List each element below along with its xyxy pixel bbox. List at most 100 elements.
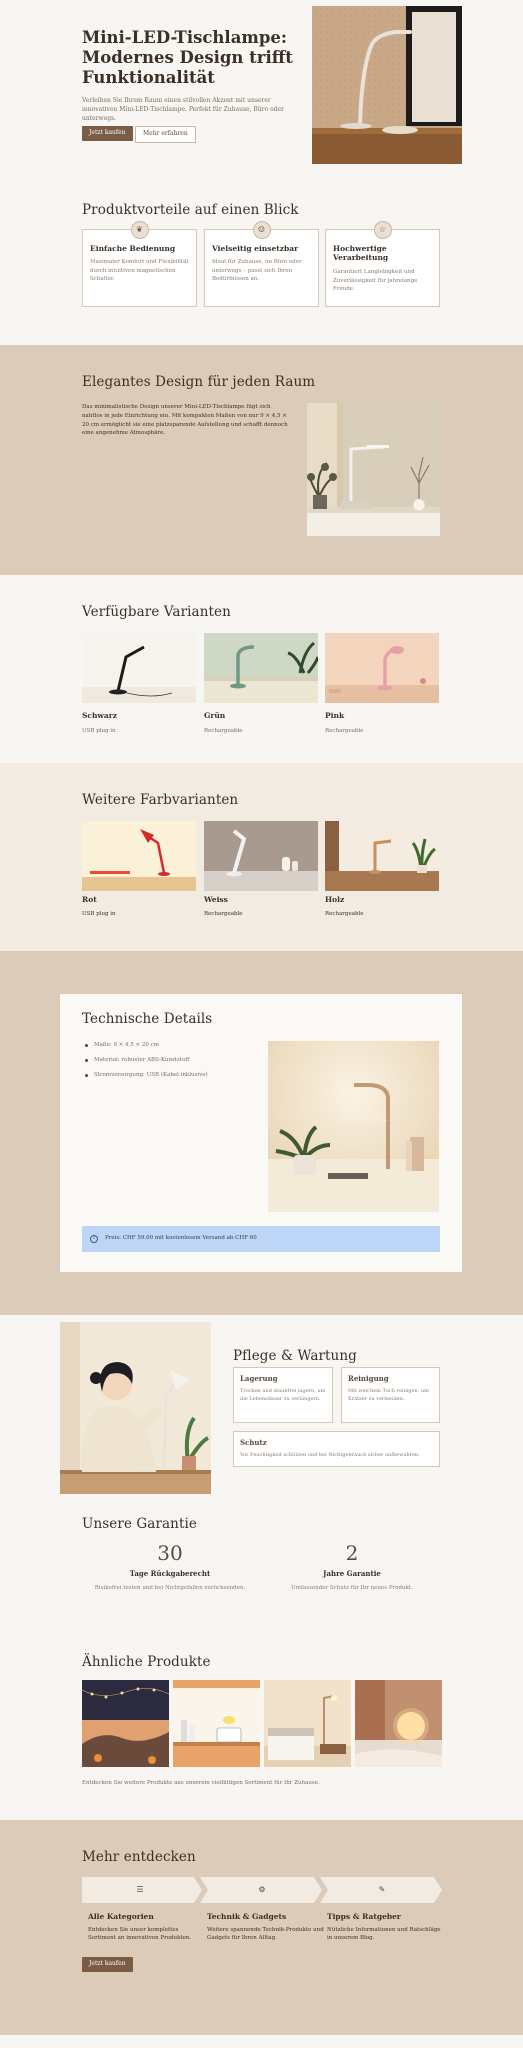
care-box-text: Vor Feuchtigkeit schützen und bei Nichtg…: [240, 1452, 420, 1458]
price-note-text: Preis: CHF 59.00 mit kostenlosem Versand…: [105, 1235, 257, 1242]
variant-card[interactable]: Rot USB plug in: [82, 821, 196, 919]
variant-power: USB plug in: [82, 727, 116, 734]
feature-title: Einfache Bedienung: [90, 244, 176, 253]
similar-title: Ähnliche Produkte: [82, 1654, 211, 1670]
guarantee-section: Unsere Garantie 30 Tage Rückgaberecht Ri…: [0, 1507, 523, 1645]
variant-card[interactable]: Weiss Rechargeable: [204, 821, 318, 919]
guarantee-title: Unsere Garantie: [82, 1516, 197, 1532]
care-box-text: Trocken und staubfrei lagern, um die Leb…: [240, 1388, 326, 1402]
variant-name: Pink: [325, 711, 345, 720]
variant-image: [82, 821, 196, 891]
spec-list: Maße: 9 × 4,5 × 20 cm Material: robuster…: [84, 1042, 208, 1087]
guarantee-label: Jahre Garantie: [323, 1569, 381, 1578]
similar-section: Ähnliche Produkte Entdecken Sie weitere …: [0, 1645, 523, 1820]
variant-power: Rechargeable: [325, 727, 364, 734]
care-protection-box: Schutz Vor Feuchtigkeit schützen und bei…: [233, 1431, 440, 1467]
similar-product-image[interactable]: [355, 1680, 442, 1767]
discover-more-title: Mehr entdecken: [82, 1849, 196, 1865]
buy-button[interactable]: Jetzt kaufen: [82, 126, 133, 141]
spec-item: Maße: 9 × 4,5 × 20 cm: [84, 1042, 208, 1050]
category-title: Technik & Gadgets: [207, 1912, 287, 1921]
similar-product-image[interactable]: [82, 1680, 169, 1767]
similar-product-image[interactable]: [264, 1680, 351, 1767]
category-text: Entdecken Sie unser komplettes Sortiment…: [88, 1926, 192, 1942]
care-storage-box: Lagerung Trocken und staubfrei lagern, u…: [233, 1367, 333, 1423]
variant-image: [82, 633, 196, 703]
design-title: Elegantes Design für jeden Raum: [82, 374, 316, 390]
category-title: Tipps & Ratgeber: [327, 1912, 401, 1921]
category-item[interactable]: Alle Kategorien Entdecken Sie unser komp…: [88, 1912, 206, 1943]
page-title: Mini-LED-Tischlampe: Modernes Design tri…: [82, 28, 293, 88]
variant-power: USB plug in: [82, 910, 116, 917]
category-title: Alle Kategorien: [88, 1912, 154, 1921]
variant-image: [204, 821, 318, 891]
spec-item: Stromversorgung: USB (Kabel inklusive): [84, 1072, 208, 1080]
variant-card[interactable]: Pink Rechargeable: [325, 633, 439, 736]
variant-name: Rot: [82, 895, 97, 904]
variant-name: Schwarz: [82, 711, 117, 720]
price-note: i Preis: CHF 59.00 mit kostenlosem Versa…: [82, 1226, 440, 1252]
tech-title: Technische Details: [82, 1011, 213, 1027]
gear-icon[interactable]: ⚙: [204, 1877, 320, 1903]
features-title: Produktvorteile auf einen Blick: [82, 202, 299, 218]
hero-section: Mini-LED-Tischlampe: Modernes Design tri…: [0, 0, 523, 185]
guarantee-text: Risikofrei testen und bei Nichtgefallen …: [94, 1585, 246, 1592]
info-icon: i: [90, 1235, 98, 1243]
similar-product-image[interactable]: [173, 1680, 260, 1767]
tech-lamp-image: [268, 1041, 439, 1212]
care-title: Pflege & Wartung: [233, 1348, 357, 1364]
feature-title: Hochwertige Verarbeitung: [333, 244, 389, 262]
feature-text: Garantiert Langlebigkeit und Zuverlässig…: [333, 269, 418, 293]
care-box-title: Schutz: [240, 1438, 267, 1447]
feature-title: Vielseitig einsetzbar: [212, 244, 299, 253]
woman-with-lamp-image: [60, 1322, 211, 1494]
variant-name: Grün: [204, 711, 226, 720]
features-section: Produktvorteile auf einen Blick ❦ Einfac…: [0, 185, 523, 345]
leaf-icon: ❦: [130, 221, 149, 239]
guarantee-item: 2 Jahre Garantie Umfassender Schutz für …: [262, 1541, 442, 1593]
feature-text: Maximaler Komfort und Flexibilität durch…: [90, 259, 189, 283]
variant-card[interactable]: Holz Rechargeable: [325, 821, 439, 919]
design-section: Elegantes Design für jeden Raum Das mini…: [0, 345, 523, 575]
care-box-title: Lagerung: [240, 1374, 278, 1383]
category-text: Nützliche Informationen und Ratschläge i…: [327, 1926, 441, 1942]
variants-title: Verfügbare Varianten: [82, 604, 231, 620]
bulb-icon[interactable]: ✎: [324, 1877, 440, 1903]
feature-card: ❦ Einfache Bedienung Maximaler Komfort u…: [82, 221, 197, 307]
design-lamp-image: [307, 403, 440, 536]
category-item[interactable]: Technik & Gadgets Weitere spannende Tech…: [207, 1912, 325, 1943]
care-box-title: Reinigung: [348, 1374, 389, 1383]
variant-name: Holz: [325, 895, 345, 904]
variant-card[interactable]: Grün Rechargeable: [204, 633, 318, 736]
care-cleaning-box: Reinigung Mit weichem Tuch reinigen, um …: [341, 1367, 440, 1423]
variant-image: [325, 821, 439, 891]
variant-power: Rechargeable: [325, 910, 364, 917]
learn-more-button[interactable]: Mehr erfahren: [135, 126, 196, 143]
design-text: Das minimalistische Design unserer Mini-…: [82, 404, 288, 437]
guarantee-label: Tage Rückgaberecht: [129, 1569, 211, 1578]
user-icon: ☺: [252, 221, 271, 239]
layers-icon[interactable]: ☰: [82, 1877, 198, 1903]
care-section: Pflege & Wartung Lagerung Trocken und st…: [0, 1315, 523, 1507]
variant-card[interactable]: Schwarz USB plug in: [82, 633, 196, 736]
spec-item: Material: robuster ABS-Kunststoff: [84, 1057, 208, 1065]
category-item[interactable]: Tipps & Ratgeber Nützliche Informationen…: [327, 1912, 445, 1943]
feature-card: ☆ Hochwertige Verarbeitung Garantiert La…: [325, 221, 440, 307]
variant-name: Weiss: [204, 895, 228, 904]
guarantee-item: 30 Tage Rückgaberecht Risikofrei testen …: [80, 1541, 260, 1593]
similar-footer-text: Entdecken Sie weitere Produkte aus unser…: [82, 1780, 320, 1786]
tech-card: Technische Details Maße: 9 × 4,5 × 20 cm…: [60, 994, 462, 1272]
care-box-text: Mit weichem Tuch reinigen, um Kratzer zu…: [348, 1388, 429, 1402]
discover-more-section: Mehr entdecken ☰ ⚙ ✎ Alle Kategorien Ent…: [0, 1820, 523, 2035]
more-variants-title: Weitere Farbvarianten: [82, 792, 239, 808]
tech-section: Technische Details Maße: 9 × 4,5 × 20 cm…: [0, 951, 523, 1315]
guarantee-number: 30: [157, 1541, 183, 1565]
buy-now-button[interactable]: Jetzt kaufen: [82, 1957, 133, 1972]
variant-power: Rechargeable: [204, 727, 243, 734]
variant-power: Rechargeable: [204, 910, 243, 917]
star-icon: ☆: [373, 221, 392, 239]
hero-lead: Verleihen Sie Ihrem Raum einen stilvolle…: [82, 97, 284, 122]
variant-image: [204, 633, 318, 703]
more-variants-section: Weitere Farbvarianten Rot USB plug in We…: [0, 763, 523, 951]
variant-image: [325, 633, 439, 703]
